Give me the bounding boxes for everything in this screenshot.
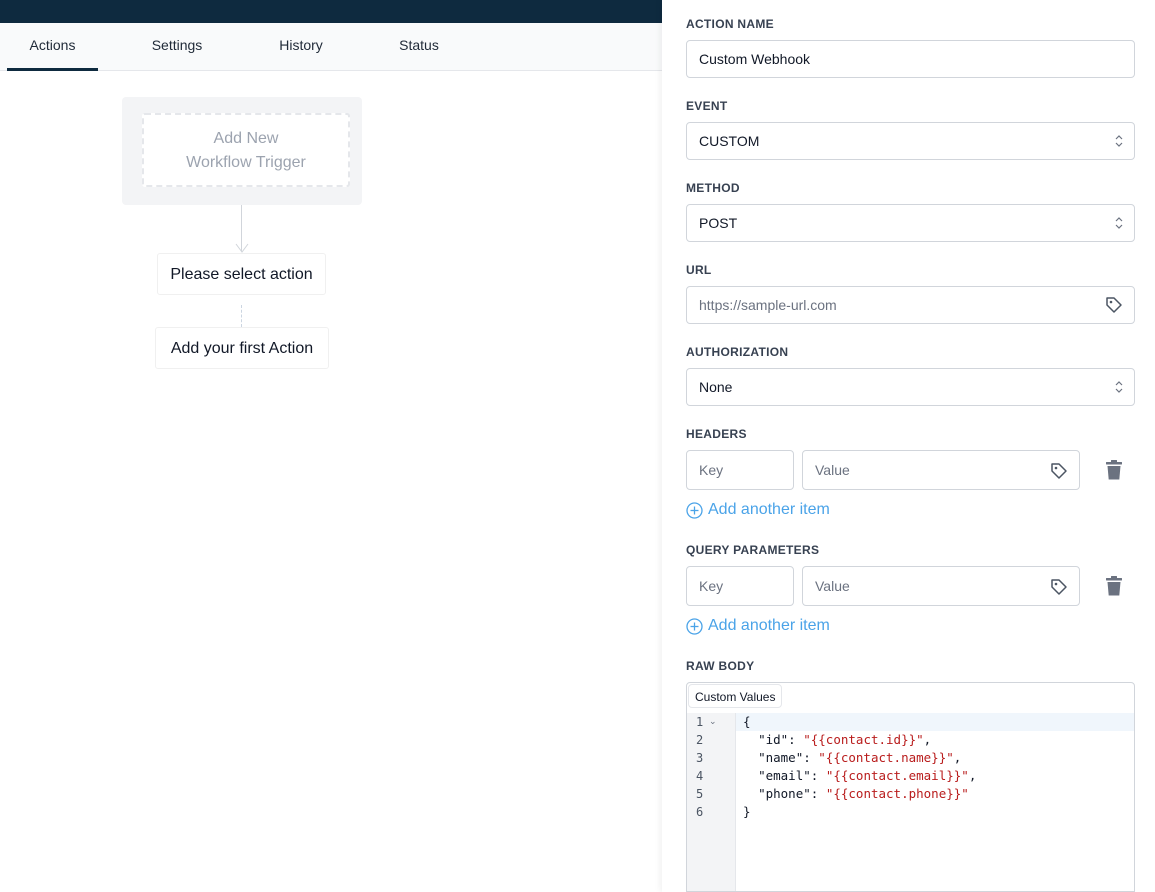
query-add-item-label: Add another item (708, 617, 830, 634)
trigger-label-line2: Workflow Trigger (186, 154, 306, 171)
query-value-placeholder: Value (815, 578, 850, 594)
query-parameters-label: QUERY PARAMETERS (686, 543, 820, 557)
code-key: "id" (758, 732, 789, 747)
dashed-connector (241, 305, 242, 327)
line-number: 6 (696, 805, 704, 819)
tag-icon[interactable] (1104, 295, 1124, 315)
raw-body-label: RAW BODY (686, 659, 755, 673)
code-string: "{{contact.id}}" (803, 732, 924, 747)
line-number: 5 (696, 787, 704, 801)
method-select[interactable]: POST (686, 204, 1135, 242)
code-punct: , (953, 750, 962, 765)
chevron-up-down-icon (1115, 217, 1123, 229)
tab-history[interactable]: History (256, 23, 346, 71)
url-label: URL (686, 263, 712, 277)
chevron-up-down-icon (1115, 381, 1123, 393)
select-action-node[interactable]: Please select action (157, 253, 326, 295)
code-line: "id": "{{contact.id}}", (758, 732, 932, 747)
code-key: "name" (758, 750, 804, 765)
tab-status[interactable]: Status (378, 23, 460, 71)
method-label: METHOD (686, 181, 740, 195)
header-value-input[interactable]: Value (802, 450, 1080, 490)
tab-actions[interactable]: Actions (7, 23, 98, 71)
code-brace: } (743, 804, 751, 819)
code-string: "{{contact.email}}" (825, 768, 969, 783)
tab-settings[interactable]: Settings (130, 23, 224, 71)
trigger-container: Add New Workflow Trigger (122, 97, 362, 205)
active-line-highlight (687, 713, 1134, 731)
code-line: "email": "{{contact.email}}", (758, 768, 977, 783)
url-placeholder: https://sample-url.com (699, 297, 837, 313)
delete-query-trash-icon[interactable] (1104, 575, 1124, 597)
headers-label: HEADERS (686, 427, 747, 441)
plus-circle-icon (686, 501, 703, 519)
line-number: 2 (696, 733, 704, 747)
header-value-placeholder: Value (815, 462, 850, 478)
code-key: "email" (758, 768, 811, 783)
plus-circle-icon (686, 617, 703, 635)
event-select[interactable]: CUSTOM (686, 122, 1135, 160)
code-punct: , (968, 768, 977, 783)
add-workflow-trigger-button[interactable]: Add New Workflow Trigger (142, 113, 350, 187)
action-name-input[interactable]: Custom Webhook (686, 40, 1135, 78)
code-punct: , (923, 732, 932, 747)
add-first-action-node[interactable]: Add your first Action (155, 327, 329, 369)
top-bar (0, 0, 662, 23)
line-number-gutter (687, 713, 736, 891)
query-value-input[interactable]: Value (802, 566, 1080, 606)
headers-add-item-label: Add another item (708, 501, 830, 518)
tag-icon[interactable] (1049, 461, 1069, 481)
tag-icon[interactable] (1049, 577, 1069, 597)
method-select-value: POST (699, 215, 738, 231)
trigger-label-line1: Add New (213, 130, 279, 147)
authorization-label: AUTHORIZATION (686, 345, 789, 359)
action-config-panel: ACTION NAME Custom Webhook EVENT CUSTOM … (662, 0, 1155, 892)
raw-body-code-editor[interactable]: Custom Values 1 ⌄ 2 3 4 5 6 { "id": "{{c… (686, 682, 1135, 892)
url-input[interactable]: https://sample-url.com (686, 286, 1135, 324)
tab-bar: Actions Settings History Status (0, 23, 662, 71)
workflow-canvas: Actions Settings History Status Add New … (0, 0, 662, 892)
code-string: "{{contact.name}}" (818, 750, 954, 765)
line-number: 4 (696, 769, 704, 783)
code-line: "phone": "{{contact.phone}}" (758, 786, 969, 801)
code-string: "{{contact.phone}}" (825, 786, 969, 801)
authorization-select[interactable]: None (686, 368, 1135, 406)
code-key: "phone" (758, 786, 811, 801)
headers-add-item-link[interactable]: Add another item (686, 501, 830, 519)
line-number: 3 (696, 751, 704, 765)
code-line: "name": "{{contact.name}}", (758, 750, 962, 765)
code-line: } (743, 803, 751, 821)
arrow-down-icon (235, 243, 249, 253)
fold-chevron-icon[interactable]: ⌄ (709, 713, 717, 731)
custom-values-button[interactable]: Custom Values (688, 684, 783, 708)
line-number: 1 (696, 715, 704, 729)
delete-header-trash-icon[interactable] (1104, 459, 1124, 481)
header-key-input[interactable]: Key (686, 450, 794, 490)
action-name-label: ACTION NAME (686, 17, 774, 31)
authorization-select-value: None (699, 379, 733, 395)
chevron-up-down-icon (1115, 135, 1123, 147)
query-key-input[interactable]: Key (686, 566, 794, 606)
code-line: { (743, 713, 751, 731)
event-select-value: CUSTOM (699, 133, 760, 149)
event-label: EVENT (686, 99, 728, 113)
query-add-item-link[interactable]: Add another item (686, 617, 830, 635)
code-brace: { (743, 714, 751, 729)
